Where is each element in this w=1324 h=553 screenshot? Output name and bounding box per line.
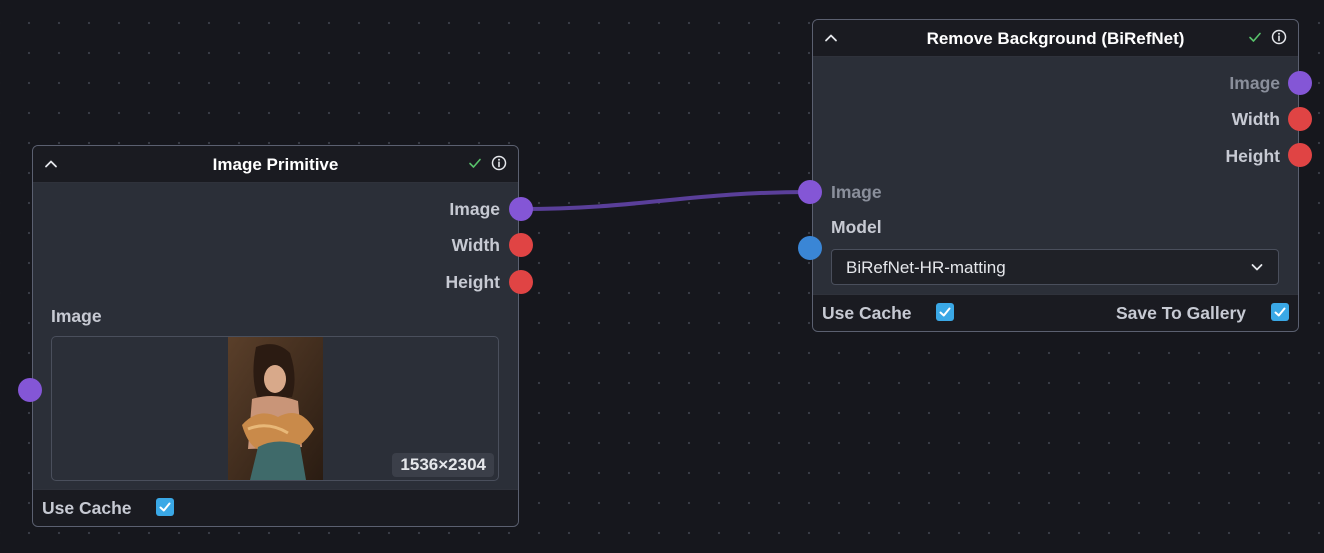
checkmark-icon — [939, 307, 951, 317]
image-dimensions-badge: 1536×2304 — [392, 453, 494, 477]
info-icon[interactable] — [491, 155, 507, 171]
check-icon — [1249, 32, 1261, 42]
input-label-image: Image — [831, 182, 882, 202]
image-primitive-node[interactable]: Image Primitive Image Width Height Image — [32, 145, 519, 527]
image-output-handle[interactable] — [1288, 71, 1312, 95]
width-output-handle[interactable] — [509, 233, 533, 257]
connection-edge[interactable] — [520, 190, 811, 211]
image-output-handle[interactable] — [509, 197, 533, 221]
checkmark-icon — [159, 502, 171, 512]
check-icon — [469, 158, 481, 168]
checkmark-icon — [1274, 307, 1286, 317]
save-to-gallery-checkbox[interactable] — [1271, 303, 1289, 321]
remove-background-node[interactable]: Remove Background (BiRefNet) Image Width… — [812, 19, 1299, 332]
height-output-handle[interactable] — [1288, 143, 1312, 167]
save-to-gallery-label: Save To Gallery — [1116, 303, 1247, 323]
use-cache-checkbox[interactable] — [936, 303, 954, 321]
output-label-width: Width — [451, 235, 500, 255]
node-footer: Use Cache — [33, 489, 518, 526]
model-input-handle[interactable] — [798, 236, 822, 260]
output-label-height: Height — [1225, 146, 1280, 166]
output-label-height: Height — [445, 272, 500, 292]
image-thumbnail — [228, 337, 323, 480]
image-input-handle[interactable] — [18, 378, 42, 402]
output-label-image: Image — [449, 199, 500, 219]
info-icon[interactable] — [1271, 29, 1287, 45]
output-label-image: Image — [1229, 73, 1280, 93]
node-header[interactable]: Image Primitive — [33, 146, 518, 183]
use-cache-checkbox[interactable] — [156, 498, 174, 516]
node-title: Image Primitive — [212, 155, 339, 174]
output-label-width: Width — [1231, 109, 1280, 129]
use-cache-label: Use Cache — [822, 303, 912, 323]
node-header[interactable]: Remove Background (BiRefNet) — [813, 20, 1298, 57]
width-output-handle[interactable] — [1288, 107, 1312, 131]
image-input-handle[interactable] — [798, 180, 822, 204]
chevron-down-icon — [1251, 264, 1263, 271]
model-field-label: Model — [831, 217, 882, 237]
image-field-label: Image — [51, 306, 102, 326]
node-footer: Use Cache Save To Gallery — [813, 294, 1298, 331]
model-select[interactable]: BiRefNet-HR-matting — [831, 249, 1279, 285]
model-select-value: BiRefNet-HR-matting — [846, 258, 1006, 277]
image-preview[interactable]: 1536×2304 — [51, 336, 499, 481]
height-output-handle[interactable] — [509, 270, 533, 294]
use-cache-label: Use Cache — [42, 498, 132, 518]
node-title: Remove Background (BiRefNet) — [926, 29, 1185, 48]
